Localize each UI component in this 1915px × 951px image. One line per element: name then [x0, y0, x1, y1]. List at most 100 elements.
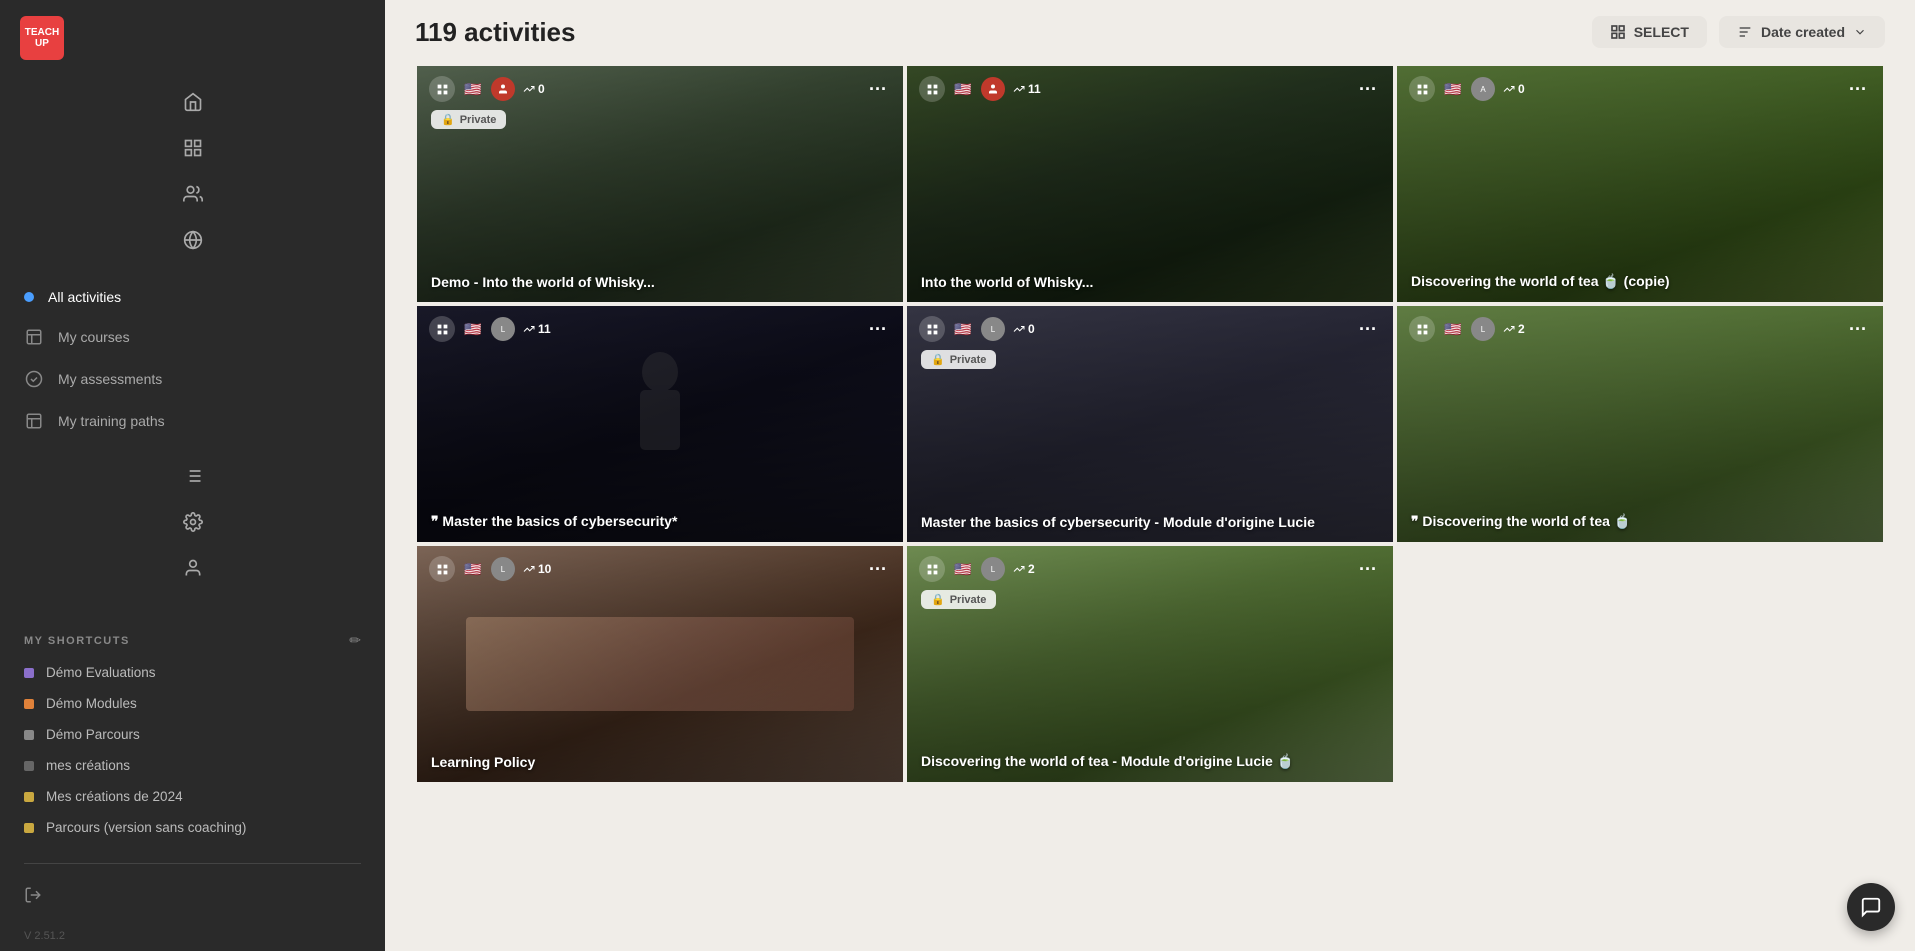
card-type-icon-5	[919, 316, 945, 342]
shortcut-mes-creations-2024[interactable]: Mes créations de 2024	[0, 781, 385, 812]
card-stat-value-2: 11	[1028, 82, 1041, 96]
card-demo-whisky[interactable]: 🇺🇸 0 ··· 🔒 Private Demo - Into the world…	[415, 64, 905, 304]
chat-bubble[interactable]	[1847, 883, 1895, 931]
select-button[interactable]: SELECT	[1592, 16, 1707, 48]
sort-button[interactable]: Date created	[1719, 16, 1885, 48]
sidebar-item-my-assessments-label: My assessments	[58, 371, 162, 387]
card-stat-value-7: 10	[538, 562, 551, 576]
flag-us-7: 🇺🇸	[461, 557, 485, 581]
card-more-btn-5[interactable]: ···	[1355, 319, 1381, 340]
app-logo[interactable]: TEACHUP	[20, 16, 64, 60]
shortcut-label-demo-evaluations: Démo Evaluations	[46, 665, 156, 680]
logo-text: TEACHUP	[25, 27, 59, 49]
page-title: 119 activities	[415, 17, 575, 48]
shortcut-demo-parcours[interactable]: Démo Parcours	[0, 719, 385, 750]
sidebar-item-my-training-paths-label: My training paths	[58, 413, 165, 429]
card-more-btn-3[interactable]: ···	[1845, 79, 1871, 100]
card-stat-value-1: 0	[538, 82, 545, 96]
logout-nav[interactable]	[24, 876, 361, 914]
nav-settings-icon[interactable]	[171, 500, 215, 544]
sidebar-item-my-assessments[interactable]: My assessments	[0, 358, 385, 400]
card-whisky[interactable]: 🇺🇸 11 ··· Into the world of Whisky...	[905, 64, 1395, 304]
lock-icon-5: 🔒	[931, 353, 945, 366]
cards-grid: 🇺🇸 0 ··· 🔒 Private Demo - Into the world…	[385, 64, 1915, 951]
courses-icon	[24, 327, 44, 347]
nav-home-icon[interactable]	[171, 80, 215, 124]
shortcut-label-demo-parcours: Démo Parcours	[46, 727, 140, 742]
nav-list-icon[interactable]	[171, 454, 215, 498]
shortcut-label-parcours-sans-coaching: Parcours (version sans coaching)	[46, 820, 246, 835]
nav-users2-icon[interactable]	[171, 546, 215, 590]
private-label-1: Private	[460, 114, 497, 126]
private-badge-8: 🔒 Private	[921, 590, 996, 609]
avatar-8: L	[981, 557, 1005, 581]
card-more-btn-8[interactable]: ···	[1355, 559, 1381, 580]
shortcuts-title: MY SHORTCUTS	[24, 635, 130, 647]
nav-grid-icon[interactable]	[171, 126, 215, 170]
nav-users-icon[interactable]	[171, 172, 215, 216]
sidebar-item-all-activities[interactable]: All activities	[0, 278, 385, 316]
nav-globe-icon[interactable]	[171, 218, 215, 262]
card-top-bar-3: 🇺🇸 A 0 ···	[1397, 66, 1883, 112]
card-cyber[interactable]: 🇺🇸 L 11 ··· ❞ Master the basics of cyber…	[415, 304, 905, 544]
private-label-5: Private	[950, 354, 987, 366]
card-tea[interactable]: 🇺🇸 L 2 ··· ❞ Discovering the world of te…	[1395, 304, 1885, 544]
shortcut-label-mes-creations-2024: Mes créations de 2024	[46, 789, 183, 804]
sort-button-label: Date created	[1761, 24, 1845, 40]
shortcut-mes-creations[interactable]: mes créations	[0, 750, 385, 781]
shortcut-dot-purple	[24, 668, 34, 678]
flag-us-2: 🇺🇸	[951, 77, 975, 101]
card-tea-module[interactable]: 🇺🇸 L 2 ··· 🔒 Private Discovering the wor…	[905, 544, 1395, 784]
card-tea-copie[interactable]: 🇺🇸 A 0 ··· Discovering the world of tea …	[1395, 64, 1885, 304]
card-top-bar-8: 🇺🇸 L 2 ···	[907, 546, 1393, 592]
shortcuts-header: MY SHORTCUTS ✏	[0, 618, 385, 657]
sidebar-item-my-courses-label: My courses	[58, 329, 130, 345]
card-title-5: Master the basics of cybersecurity - Mod…	[907, 502, 1393, 542]
shortcut-label-mes-creations: mes créations	[46, 758, 130, 773]
card-stat-4: 11	[523, 322, 551, 336]
card-top-bar-4: 🇺🇸 L 11 ···	[417, 306, 903, 352]
sidebar-item-my-training-paths[interactable]: My training paths	[0, 400, 385, 442]
card-stat-value-6: 2	[1518, 322, 1525, 336]
card-title-4: ❞ Master the basics of cybersecurity*	[417, 501, 903, 542]
card-more-btn-1[interactable]: ···	[865, 79, 891, 100]
card-top-bar-2: 🇺🇸 11 ···	[907, 66, 1393, 112]
card-cyber-module[interactable]: 🇺🇸 L 0 ··· 🔒 Private Master the basics o…	[905, 304, 1395, 544]
shortcut-demo-evaluations[interactable]: Démo Evaluations	[0, 657, 385, 688]
card-top-bar-5: 🇺🇸 L 0 ···	[907, 306, 1393, 352]
card-learning-policy[interactable]: 🇺🇸 L 10 ··· Learning Policy	[415, 544, 905, 784]
shortcut-demo-modules[interactable]: Démo Modules	[0, 688, 385, 719]
sidebar: TEACHUP All activities My courses	[0, 0, 385, 951]
lock-icon-8: 🔒	[931, 593, 945, 606]
card-more-btn-6[interactable]: ···	[1845, 319, 1871, 340]
avatar-2	[981, 77, 1005, 101]
main-content: 119 activities SELECT Date created 🇺🇸	[385, 0, 1915, 951]
header-controls: SELECT Date created	[1592, 16, 1885, 48]
shortcut-parcours-sans-coaching[interactable]: Parcours (version sans coaching)	[0, 812, 385, 843]
sidebar-item-all-activities-label: All activities	[48, 289, 121, 305]
card-stat-6: 2	[1503, 322, 1525, 336]
flag-us-8: 🇺🇸	[951, 557, 975, 581]
shortcut-label-demo-modules: Démo Modules	[46, 696, 137, 711]
card-top-bar-6: 🇺🇸 L 2 ···	[1397, 306, 1883, 352]
card-more-btn-2[interactable]: ···	[1355, 79, 1381, 100]
card-stat-value-8: 2	[1028, 562, 1035, 576]
card-type-icon-6	[1409, 316, 1435, 342]
card-stat-5: 0	[1013, 322, 1035, 336]
content-header: 119 activities SELECT Date created	[385, 0, 1915, 64]
flag-us-4: 🇺🇸	[461, 317, 485, 341]
lock-icon-1: 🔒	[441, 113, 455, 126]
card-type-icon-8	[919, 556, 945, 582]
card-top-bar-1: 🇺🇸 0 ···	[417, 66, 903, 112]
card-type-icon-4	[429, 316, 455, 342]
card-stat-value-5: 0	[1028, 322, 1035, 336]
sidebar-item-my-courses[interactable]: My courses	[0, 316, 385, 358]
card-more-btn-7[interactable]: ···	[865, 559, 891, 580]
card-stat-value-4: 11	[538, 322, 551, 336]
card-stat-8: 2	[1013, 562, 1035, 576]
select-icon	[1610, 24, 1626, 40]
card-title-6: ❞ Discovering the world of tea 🍵	[1397, 501, 1883, 542]
card-more-btn-4[interactable]: ···	[865, 319, 891, 340]
edit-shortcuts-icon[interactable]: ✏	[349, 632, 361, 649]
sidebar-bottom: V 2.51.2	[0, 843, 385, 951]
